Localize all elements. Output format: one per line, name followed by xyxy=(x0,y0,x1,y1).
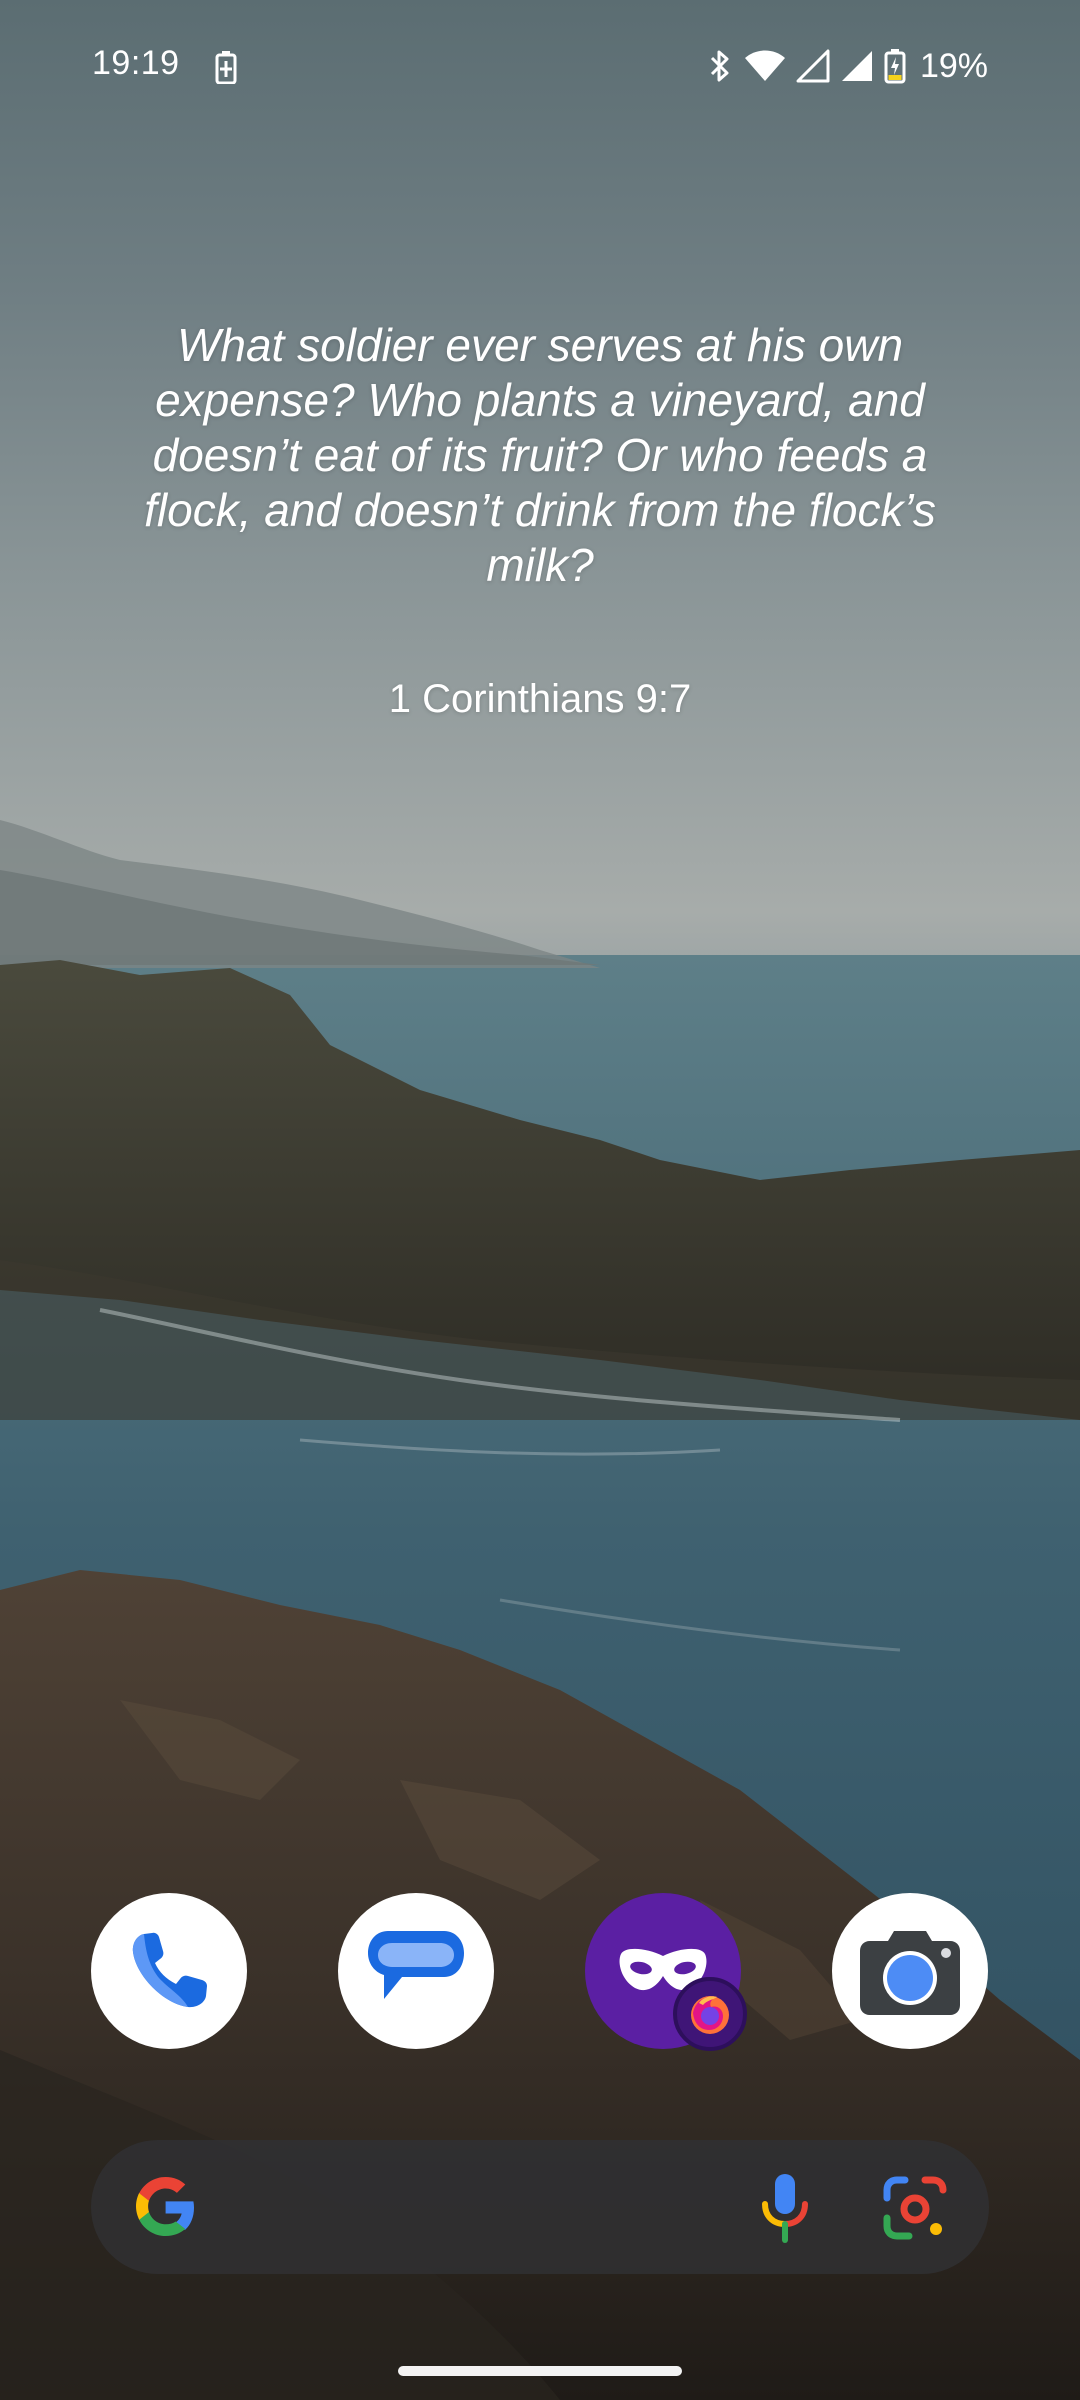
camera-icon xyxy=(860,1931,960,2015)
microphone-icon[interactable] xyxy=(755,2170,815,2246)
firefox-focus-app-button[interactable] xyxy=(585,1893,747,2051)
battery-charging-icon xyxy=(884,49,906,84)
messages-app-button[interactable] xyxy=(338,1893,494,2049)
google-search-bar[interactable] xyxy=(91,2140,989,2274)
firefox-badge xyxy=(673,1977,747,2051)
status-icons: 19% xyxy=(706,44,988,88)
camera-app-button[interactable] xyxy=(832,1893,988,2049)
bluetooth-icon xyxy=(710,50,729,82)
battery-percent: 19% xyxy=(919,46,988,85)
phone-icon xyxy=(132,1932,207,2008)
battery-saver-icon xyxy=(215,51,237,84)
signal-icon xyxy=(796,49,830,83)
lens-icon[interactable] xyxy=(881,2174,949,2242)
home-screen: 19:19 19% What soldier ever serves at hi… xyxy=(0,0,1080,2400)
status-time: 19:19 xyxy=(92,44,180,82)
status-bar: 19:19 19% xyxy=(0,0,1080,130)
phone-app-button[interactable] xyxy=(91,1893,247,2049)
signal-icon xyxy=(841,51,872,81)
firefox-icon xyxy=(691,1996,729,2034)
messages-icon xyxy=(368,1931,464,1999)
verse-reference: 1 Corinthians 9:7 xyxy=(388,677,692,721)
wifi-icon xyxy=(744,50,785,81)
google-g-icon[interactable] xyxy=(129,2171,201,2243)
bible-verse-widget[interactable]: What soldier ever serves at his own expe… xyxy=(120,318,960,722)
gesture-nav-handle[interactable] xyxy=(398,2366,682,2376)
verse-text: What soldier ever serves at his own expe… xyxy=(144,319,936,591)
